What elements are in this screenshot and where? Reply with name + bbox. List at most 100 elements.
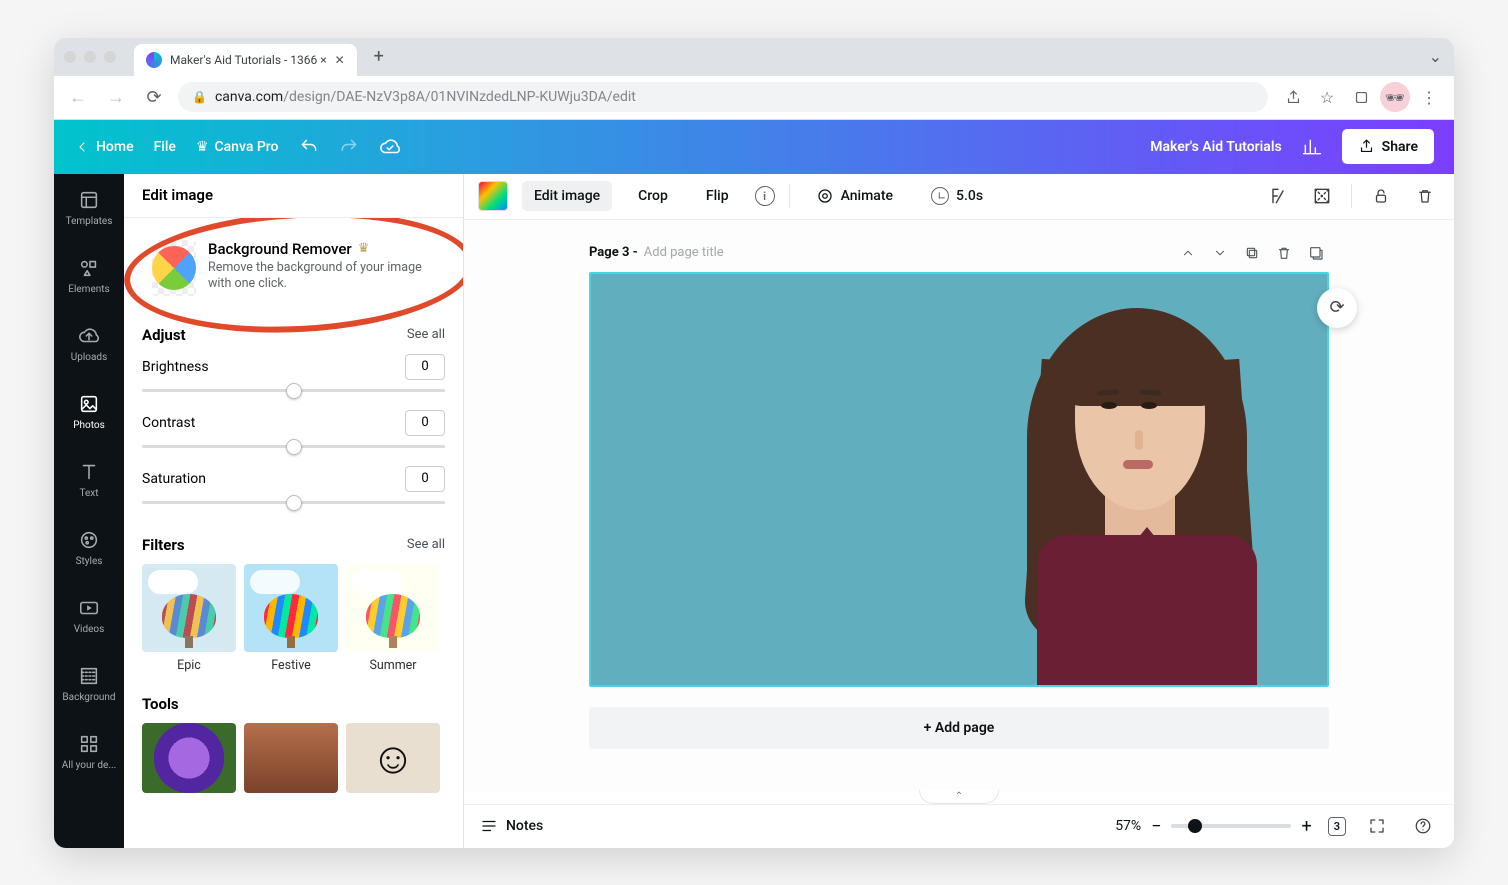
transparency-icon[interactable]	[1307, 181, 1337, 211]
page-down-icon[interactable]	[1207, 240, 1233, 266]
bg-remover-thumb	[152, 240, 196, 296]
background-remover-tool[interactable]: Background Remover♛ Remove the backgroun…	[142, 232, 445, 304]
timeline-handle[interactable]: ⌃	[919, 790, 999, 804]
plan-badge[interactable]: ♛ Canva Pro	[196, 139, 279, 155]
extensions-icon[interactable]	[1346, 82, 1376, 112]
adjust-see-all[interactable]: See all	[407, 327, 445, 342]
fullscreen-icon[interactable]	[1362, 811, 1392, 841]
filter-epic[interactable]: Epic	[142, 564, 236, 673]
filters-heading: Filters	[142, 536, 185, 554]
zoom-slider[interactable]	[1171, 824, 1291, 828]
lock-icon: 🔒	[192, 90, 207, 104]
address-bar[interactable]: 🔒 canva.com/design/DAE-NzV3p8A/01NVINzde…	[178, 82, 1268, 112]
edit-image-panel: Edit image Background Remover♛ Remove th…	[124, 174, 464, 848]
duplicate-page-icon[interactable]	[1239, 240, 1265, 266]
contrast-slider[interactable]	[142, 436, 445, 458]
zoom-value: 57%	[1115, 818, 1141, 834]
rail-elements[interactable]: Elements	[54, 242, 124, 310]
share-url-icon[interactable]	[1278, 82, 1308, 112]
tools-heading: Tools	[142, 695, 179, 713]
close-tab-icon[interactable]: ✕	[335, 53, 345, 67]
profile-avatar[interactable]: 🕶	[1380, 82, 1410, 112]
add-page-button[interactable]: + Add page	[589, 707, 1329, 749]
tool-3[interactable]	[346, 723, 440, 793]
rail-styles[interactable]: Styles	[54, 514, 124, 582]
analytics-icon[interactable]	[1302, 137, 1322, 157]
delete-icon[interactable]	[1410, 181, 1440, 211]
contrast-input[interactable]	[405, 410, 445, 436]
bg-remover-title: Background Remover	[208, 240, 352, 258]
info-icon[interactable]: i	[755, 186, 775, 206]
page-label: Page 3 -	[589, 245, 638, 260]
rail-videos[interactable]: Videos	[54, 582, 124, 650]
share-button[interactable]: Share	[1342, 129, 1434, 164]
menu-icon[interactable]: ⋮	[1414, 82, 1444, 112]
url-path: /design/DAE-NzV3p8A/01NVINzdedLNP-KUWju3…	[283, 89, 636, 105]
design-canvas[interactable]	[589, 272, 1329, 687]
tool-2[interactable]	[244, 723, 338, 793]
delete-page-icon[interactable]	[1271, 240, 1297, 266]
browser-tab[interactable]: Maker's Aid Tutorials - 1366 × ✕	[134, 44, 357, 76]
saturation-input[interactable]	[405, 466, 445, 492]
canva-header: Home File ♛ Canva Pro Maker's Aid Tutori…	[54, 120, 1454, 174]
filter-festive[interactable]: Festive	[244, 564, 338, 673]
edit-image-button[interactable]: Edit image	[522, 181, 612, 211]
zoom-control: 57% − +	[1115, 816, 1312, 837]
page-count-badge[interactable]: 3	[1328, 817, 1346, 836]
side-rail: Templates Elements Uploads Photos Text S…	[54, 174, 124, 848]
tool-1[interactable]	[142, 723, 236, 793]
animate-button[interactable]: Animate	[804, 180, 905, 212]
maximize-dot[interactable]	[104, 51, 116, 63]
filter-summer[interactable]: Summer	[346, 564, 440, 673]
back-button[interactable]: ←	[64, 83, 92, 111]
minimize-dot[interactable]	[84, 51, 96, 63]
panel-title: Edit image	[124, 174, 463, 218]
project-title[interactable]: Maker's Aid Tutorials	[1150, 139, 1281, 155]
home-button[interactable]: Home	[74, 139, 134, 155]
undo-button[interactable]	[299, 137, 319, 157]
flip-button[interactable]: Flip	[694, 181, 741, 211]
zoom-plus[interactable]: +	[1301, 816, 1311, 837]
help-icon[interactable]	[1408, 811, 1438, 841]
regenerate-button[interactable]: ⟳	[1317, 288, 1357, 328]
rail-uploads[interactable]: Uploads	[54, 310, 124, 378]
duration-button[interactable]: 5.0s	[919, 180, 995, 212]
rail-background[interactable]: Background	[54, 650, 124, 718]
tabs-chevron-icon[interactable]: ⌄	[1429, 47, 1442, 66]
rail-photos[interactable]: Photos	[54, 378, 124, 446]
lock-icon[interactable]	[1366, 181, 1396, 211]
notes-button[interactable]: Notes	[480, 817, 543, 835]
cloud-status-icon[interactable]	[379, 136, 401, 158]
page-title-placeholder[interactable]: Add page title	[644, 245, 724, 260]
rail-templates[interactable]: Templates	[54, 174, 124, 242]
redo-button[interactable]	[339, 137, 359, 157]
crop-button[interactable]: Crop	[626, 181, 680, 211]
stage[interactable]: Page 3 - Add page title	[464, 220, 1454, 791]
new-tab-button[interactable]: +	[365, 43, 393, 71]
rail-text[interactable]: Text	[54, 446, 124, 514]
color-swatch[interactable]	[478, 181, 508, 211]
photo-subject	[977, 290, 1297, 685]
effects-icon[interactable]	[1263, 181, 1293, 211]
workspace: Templates Elements Uploads Photos Text S…	[54, 174, 1454, 848]
tab-title: Maker's Aid Tutorials - 1366 ×	[170, 53, 327, 67]
rail-more[interactable]: All your de...	[54, 718, 124, 786]
home-label: Home	[96, 139, 134, 155]
crown-icon: ♛	[358, 241, 370, 256]
add-page-icon[interactable]	[1303, 240, 1329, 266]
file-menu[interactable]: File	[154, 139, 176, 155]
brightness-label: Brightness	[142, 359, 209, 375]
forward-button[interactable]: →	[102, 83, 130, 111]
saturation-label: Saturation	[142, 471, 206, 487]
brightness-input[interactable]	[405, 354, 445, 380]
brightness-slider[interactable]	[142, 380, 445, 402]
zoom-minus[interactable]: −	[1151, 816, 1161, 837]
crown-icon: ♛	[196, 139, 209, 155]
page-up-icon[interactable]	[1175, 240, 1201, 266]
reload-button[interactable]: ⟳	[140, 83, 168, 111]
close-dot[interactable]	[64, 51, 76, 63]
bookmark-icon[interactable]: ☆	[1312, 82, 1342, 112]
filters-see-all[interactable]: See all	[407, 537, 445, 552]
footer-bar: Notes 57% − + 3	[464, 804, 1454, 848]
saturation-slider[interactable]	[142, 492, 445, 514]
